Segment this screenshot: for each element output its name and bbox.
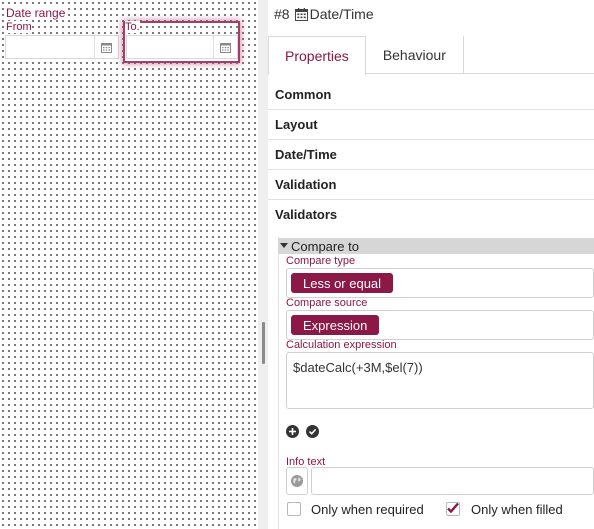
compare-source-label: Compare source <box>286 297 368 309</box>
compare-to-header[interactable]: Compare to <box>278 238 594 254</box>
panel-header: #8 Date/Time <box>274 6 374 22</box>
only-when-filled-checkbox[interactable] <box>446 502 460 516</box>
section-layout[interactable]: Layout <box>268 110 594 140</box>
calc-expression-label: Calculation expression <box>286 339 397 351</box>
compare-type-value[interactable]: Less or equal <box>291 273 394 293</box>
calendar-icon <box>294 7 308 21</box>
tab-properties[interactable]: Properties <box>268 36 366 75</box>
calc-expression-input[interactable]: $dateCalc(+3M,$el(7)) <box>286 352 594 409</box>
panel-tabs: Properties Behaviour <box>268 36 594 75</box>
globe-icon[interactable] <box>286 467 308 495</box>
info-text-input[interactable] <box>311 467 594 495</box>
compare-type-select[interactable]: Less or equal <box>286 268 594 298</box>
from-date-field[interactable] <box>5 35 119 59</box>
calendar-icon[interactable] <box>94 36 118 58</box>
element-number: #8 <box>274 6 290 22</box>
section-common[interactable]: Common <box>268 80 594 110</box>
properties-panel: #8 Date/Time Properties Behaviour Common… <box>268 0 594 529</box>
section-validators[interactable]: Validators <box>268 199 594 229</box>
compare-source-value[interactable]: Expression <box>291 315 380 335</box>
only-when-required-checkbox[interactable] <box>287 502 301 516</box>
checkmark-icon <box>447 502 459 514</box>
calendar-icon[interactable] <box>213 36 237 58</box>
only-when-filled-label: Only when filled <box>471 502 563 517</box>
add-icon[interactable] <box>286 425 299 438</box>
info-text-row <box>286 467 594 495</box>
section-date-time[interactable]: Date/Time <box>268 140 594 170</box>
compare-to-title: Compare to <box>291 238 359 254</box>
to-field-label: To. <box>125 21 140 33</box>
splitter-handle[interactable] <box>262 322 265 364</box>
compare-type-label: Compare type <box>286 255 356 267</box>
date-range-group-label: Date range <box>6 6 66 20</box>
tab-behaviour[interactable]: Behaviour <box>366 36 464 74</box>
only-when-required-label: Only when required <box>311 502 424 517</box>
element-type: Date/Time <box>309 6 374 22</box>
to-date-field[interactable] <box>126 35 238 59</box>
panel-splitter[interactable] <box>258 0 268 529</box>
check-circle-icon[interactable] <box>306 425 319 438</box>
from-field-label: From <box>6 21 32 33</box>
section-validation[interactable]: Validation <box>268 170 594 200</box>
form-canvas[interactable]: Date range From To. <box>0 0 258 529</box>
compare-source-select[interactable]: Expression <box>286 310 594 340</box>
caret-down-icon <box>280 243 288 249</box>
